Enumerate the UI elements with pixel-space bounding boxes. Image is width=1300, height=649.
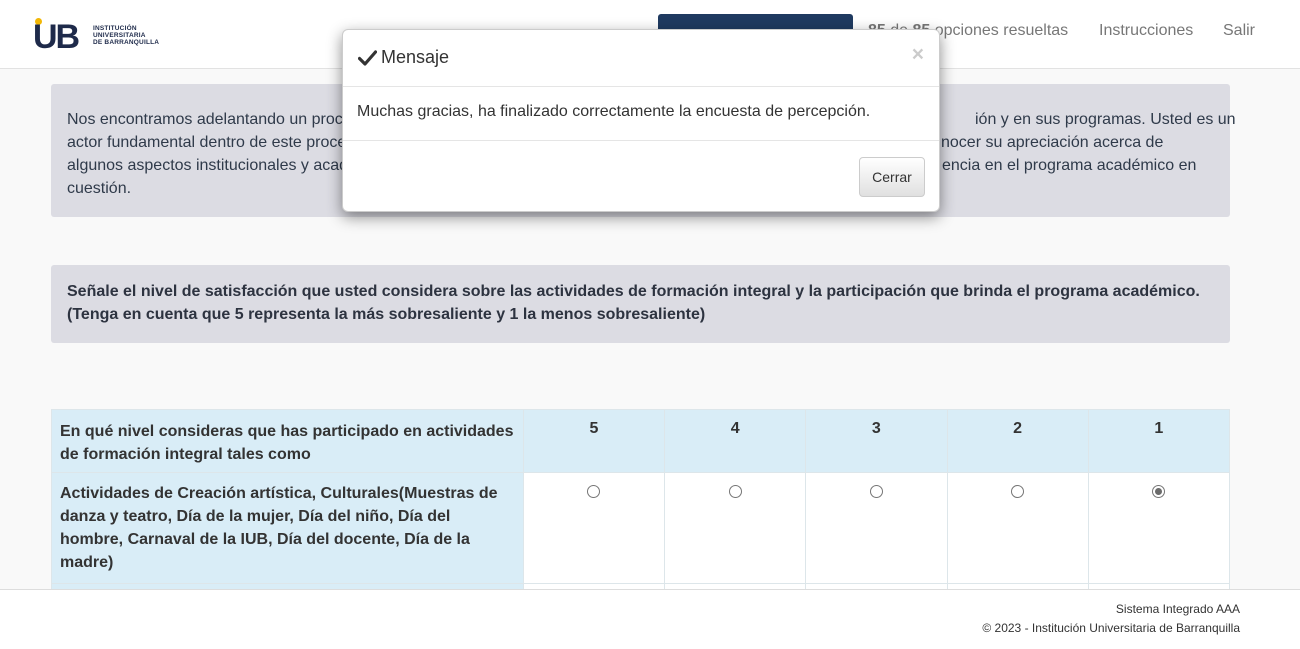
- scale-header: 2: [946, 409, 1089, 473]
- progress-suffix: opciones resueltas: [934, 22, 1069, 39]
- message-modal: Mensaje × Muchas gracias, ha finalizado …: [342, 29, 940, 212]
- scale-header: 3: [805, 409, 948, 473]
- rating-radio-5[interactable]: [587, 485, 601, 498]
- table-header-row: En qué nivel consideras que has particip…: [51, 409, 1231, 473]
- logo-line: DE BARRANQUILLA: [93, 38, 160, 46]
- close-icon[interactable]: ×: [912, 43, 924, 67]
- question-panel: Señale el nivel de satisfacción que uste…: [51, 265, 1230, 343]
- row-label: Actividades de Creación artística, Cultu…: [51, 472, 524, 584]
- page-footer: Sistema Integrado AAA © 2023 - Instituci…: [0, 589, 1300, 649]
- modal-title: Mensaje: [358, 47, 449, 68]
- table-header-question: En qué nivel consideras que has particip…: [51, 409, 524, 473]
- logo-letters: UB: [33, 18, 80, 56]
- rating-cell: [1087, 472, 1231, 584]
- modal-footer: Cerrar: [343, 141, 939, 213]
- footer-copyright: © 2023 - Institución Universitaria de Ba…: [982, 621, 1240, 635]
- scale-header: 4: [664, 409, 807, 473]
- institution-logo[interactable]: UB INSTITUCIÓN UNIVERSITARIA DE BARRANQU…: [33, 18, 159, 56]
- rating-radio-1[interactable]: [1152, 485, 1166, 498]
- rating-table: En qué nivel consideras que has particip…: [51, 409, 1231, 614]
- close-button[interactable]: Cerrar: [859, 157, 925, 197]
- intro-text: cuestión.: [67, 180, 132, 197]
- intro-text: actor fundamental dentro de este proce: [67, 134, 347, 151]
- rating-cell: [946, 472, 1089, 584]
- logo-wordmark: INSTITUCIÓN UNIVERSITARIA DE BARRANQUILL…: [93, 25, 159, 46]
- intro-text: ión y en sus programas. Usted es un: [975, 111, 1236, 128]
- logo-line: UNIVERSITARIA: [93, 31, 146, 39]
- nav-instructions-link[interactable]: Instrucciones: [1099, 22, 1193, 40]
- modal-header: Mensaje ×: [343, 30, 939, 87]
- nav-logout-link[interactable]: Salir: [1223, 22, 1255, 40]
- rating-cell: [664, 472, 807, 584]
- intro-text: Nos encontramos adelantando un proc: [67, 111, 343, 128]
- logo-mark: UB: [33, 18, 89, 56]
- intro-text: algunos aspectos institucionales y acad: [67, 157, 349, 174]
- intro-text: encia en el programa académico en: [942, 157, 1197, 174]
- rating-radio-3[interactable]: [869, 485, 883, 498]
- checkmark-icon: [358, 49, 377, 66]
- scale-header: 5: [522, 409, 666, 473]
- logo-line: INSTITUCIÓN: [93, 24, 137, 32]
- question-text: Señale el nivel de satisfacción que uste…: [67, 283, 1200, 300]
- modal-title-text: Mensaje: [381, 47, 450, 67]
- rating-cell: [522, 472, 666, 584]
- table-row: Actividades de Creación artística, Cultu…: [51, 472, 1231, 584]
- rating-radio-4[interactable]: [728, 485, 742, 498]
- intro-text: nocer su apreciación acerca de: [941, 134, 1164, 151]
- modal-body: Muchas gracias, ha finalizado correctame…: [343, 87, 939, 141]
- rating-cell: [805, 472, 948, 584]
- question-note: (Tenga en cuenta que 5 representa la más…: [67, 306, 706, 323]
- footer-system-name: Sistema Integrado AAA: [1115, 602, 1240, 616]
- rating-radio-2[interactable]: [1011, 485, 1025, 498]
- scale-header: 1: [1087, 409, 1231, 473]
